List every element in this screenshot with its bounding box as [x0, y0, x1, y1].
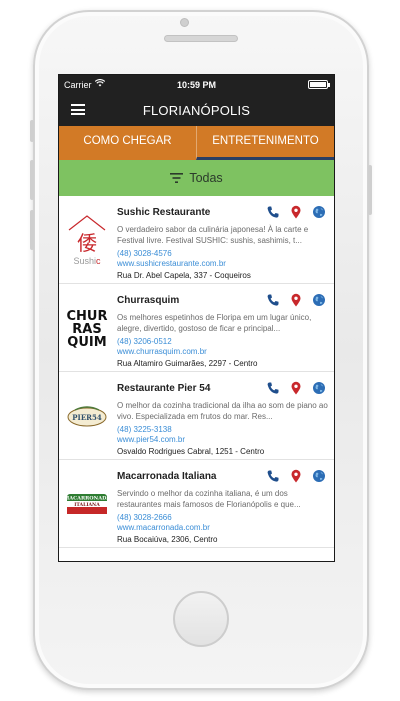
list-item[interactable]: 倭 Sushic Sushic Restaurante O verdadeiro… — [59, 196, 334, 284]
svg-text:Sushic: Sushic — [73, 256, 101, 266]
website-link[interactable]: www.sushicrestaurante.com.br — [117, 259, 328, 268]
sushic-logo: 倭 Sushic — [68, 215, 106, 266]
map-pin-icon[interactable] — [289, 469, 303, 483]
map-pin-icon[interactable] — [289, 205, 303, 219]
website-link[interactable]: www.pier54.com.br — [117, 435, 328, 444]
filter-icon — [170, 173, 184, 183]
restaurant-name: Macarronada Italiana — [117, 470, 217, 482]
restaurant-description: O verdadeiro sabor da culinária japonesa… — [117, 225, 309, 245]
page-title: FLORIANÓPOLIS — [142, 103, 251, 118]
restaurant-address: Rua Dr. Abel Capela, 337 - Coqueiros — [117, 271, 251, 280]
restaurant-address: Osvaldo Rodrigues Cabral, 1251 - Centro — [117, 447, 265, 456]
restaurant-address: Rua Bocaiúva, 2306, Centro — [117, 535, 218, 544]
filter-button[interactable]: Todas — [59, 160, 334, 196]
volume-down-button — [30, 210, 34, 250]
tab-bar: COMO CHEGAR ENTRETENIMENTO — [59, 126, 334, 160]
status-bar: Carrier 10:59 PM — [59, 75, 334, 93]
restaurant-address: Rua Altamiro Guimarães, 2297 - Centro — [117, 359, 258, 368]
svg-text:倭: 倭 — [77, 231, 97, 255]
website-link[interactable]: www.macarronada.com.br — [117, 523, 328, 532]
phone-icon[interactable] — [266, 469, 280, 483]
power-button — [368, 165, 372, 215]
globe-icon[interactable] — [312, 469, 326, 483]
restaurant-description: O melhor da cozinha tradicional da ilha … — [117, 401, 328, 421]
website-link[interactable]: www.churrasquim.com.br — [117, 347, 328, 356]
restaurant-list: 倭 Sushic Sushic Restaurante O verdadeiro… — [59, 196, 334, 548]
globe-icon[interactable] — [312, 381, 326, 395]
volume-up-button — [30, 160, 34, 200]
battery-icon — [308, 80, 330, 89]
restaurant-name: Sushic Restaurante — [117, 206, 211, 218]
restaurant-name: Restaurante Pier 54 — [117, 382, 211, 394]
earpiece-speaker — [164, 35, 238, 42]
clock: 10:59 PM — [176, 80, 217, 90]
list-item[interactable]: CHUR RAS QUIM Churrasquim Os melhores es… — [59, 284, 334, 372]
svg-text:ITALIANA: ITALIANA — [74, 502, 100, 508]
tab-entretenimento[interactable]: ENTRETENIMENTO — [196, 126, 334, 160]
phone-icon[interactable] — [266, 293, 280, 307]
list-item[interactable]: MACARRONADA ITALIANA Macarronada Italian… — [59, 460, 334, 548]
filter-label: Todas — [189, 171, 223, 185]
navigation-bar: FLORIANÓPOLIS — [59, 93, 334, 126]
churrasquim-logo: CHUR RAS QUIM — [67, 309, 108, 350]
tab-como-chegar[interactable]: COMO CHEGAR — [59, 126, 196, 160]
phone-link[interactable]: (48) 3028-4576 — [117, 249, 328, 258]
phone-link[interactable]: (48) 3225-3138 — [117, 425, 328, 434]
phone-icon[interactable] — [266, 381, 280, 395]
restaurant-description: Servindo o melhor da cozinha italiana, é… — [117, 489, 301, 509]
mute-switch — [30, 120, 34, 142]
front-camera — [180, 18, 189, 27]
globe-icon[interactable] — [312, 293, 326, 307]
svg-text:MACARRONADA: MACARRONADA — [65, 496, 109, 502]
map-pin-icon[interactable] — [289, 293, 303, 307]
svg-text:QUIM: QUIM — [67, 335, 106, 350]
top-bar: Carrier 10:59 PM FLORIANÓPOLIS — [59, 75, 334, 126]
app-screen: Carrier 10:59 PM FLORIANÓPOLIS COMO CHEG… — [58, 74, 335, 562]
svg-text:PIER54: PIER54 — [72, 413, 102, 422]
map-pin-icon[interactable] — [289, 381, 303, 395]
pier54-logo: PIER54 — [67, 406, 107, 427]
globe-icon[interactable] — [312, 205, 326, 219]
restaurant-description: Os melhores espetinhos de Floripa em um … — [117, 313, 312, 333]
home-button[interactable] — [173, 591, 229, 647]
phone-icon[interactable] — [266, 205, 280, 219]
phone-link[interactable]: (48) 3028-2666 — [117, 513, 328, 522]
restaurant-name: Churrasquim — [117, 294, 180, 306]
phone-link[interactable]: (48) 3206-0512 — [117, 337, 328, 346]
list-item[interactable]: PIER54 Restaurante Pier 54 O melhor da c… — [59, 372, 334, 460]
macarronada-logo: MACARRONADA ITALIANA — [65, 494, 109, 514]
